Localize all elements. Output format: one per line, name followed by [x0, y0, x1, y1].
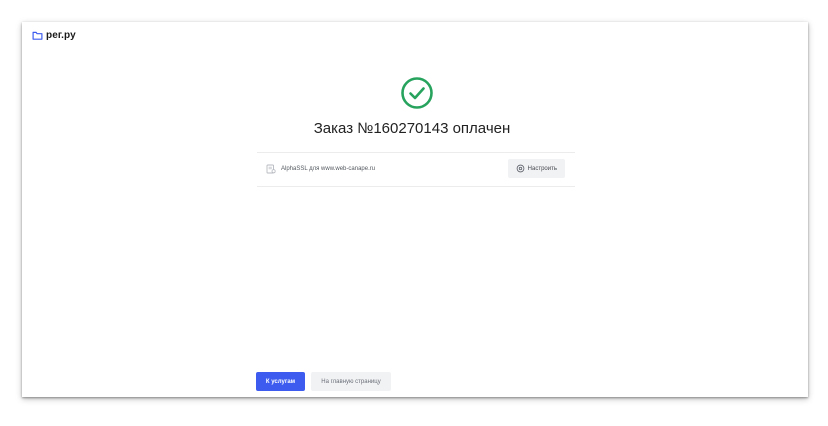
- configure-button[interactable]: Настроить: [507, 159, 565, 178]
- folder-icon: [32, 31, 43, 40]
- check-circle-icon: [401, 77, 433, 109]
- configure-label: Настроить: [527, 165, 557, 172]
- home-page-button[interactable]: На главную страницу: [311, 372, 391, 391]
- app-window: рег.ру Заказ №160270143 оплачен AlphaSSL…: [22, 22, 808, 397]
- gear-icon: [516, 164, 524, 173]
- page-title: Заказ №160270143 оплачен: [313, 120, 511, 137]
- service-name: AlphaSSL для www.web-canape.ru: [281, 166, 376, 172]
- certificate-icon: [266, 164, 276, 174]
- logo-link[interactable]: рег.ру: [32, 30, 76, 41]
- to-services-button[interactable]: К услугам: [256, 372, 305, 391]
- logo-text: рег.ру: [46, 30, 76, 41]
- service-row: AlphaSSL для www.web-canape.ru Настроить: [257, 152, 575, 187]
